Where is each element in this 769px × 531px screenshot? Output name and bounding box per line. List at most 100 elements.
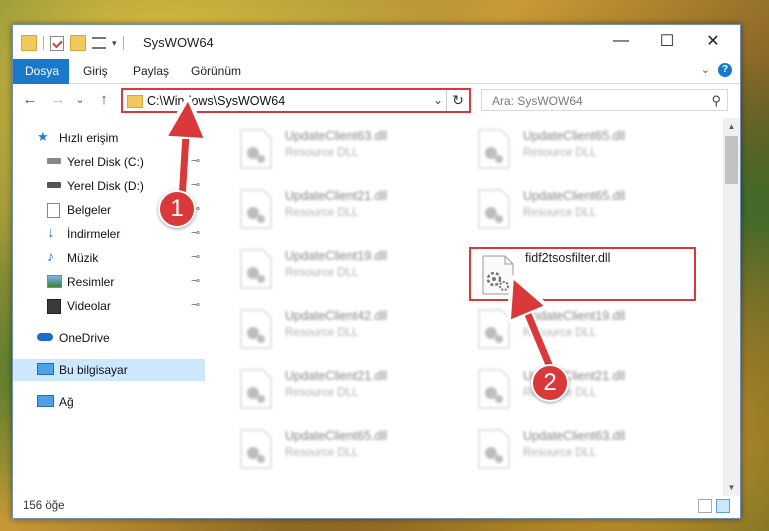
file-name: UpdateClient63.dll (285, 129, 388, 143)
list-item[interactable]: UpdateClient21.dll Resource DLL (233, 183, 463, 233)
expand-ribbon-icon[interactable]: ⌄ (701, 63, 710, 76)
status-bar: 156 öğe (13, 496, 740, 518)
search-input[interactable]: Ara: SysWOW64 (492, 94, 583, 108)
sidebar-item-music[interactable]: ♪ Müzik ⊸ (13, 247, 205, 269)
pin-icon[interactable]: ⊸ (191, 154, 200, 167)
help-icon[interactable]: ? (718, 63, 732, 77)
explorer-window: ▾ SysWOW64 — ☐ ✕ Dosya Giriş Paylaş Görü… (12, 24, 741, 519)
back-button[interactable]: ← (21, 91, 39, 109)
file-name: UpdateClient19.dll (523, 309, 626, 323)
dll-file-icon (240, 129, 272, 169)
file-list: UpdateClient63.dll Resource DLL UpdateCl… (205, 123, 723, 493)
file-type: Resource DLL (285, 327, 359, 339)
scroll-thumb[interactable] (725, 136, 738, 184)
sidebar-item-label: Videolar (67, 299, 111, 313)
drive-icon (47, 182, 61, 188)
folder-icon (21, 35, 37, 51)
properties-icon[interactable] (50, 35, 64, 51)
callout-2: 2 (531, 364, 569, 402)
sidebar-item-label: Ağ (59, 395, 74, 409)
callout-1: 1 (158, 190, 196, 228)
file-name: UpdateClient65.dll (523, 129, 626, 143)
sidebar-item-pictures[interactable]: Resimler ⊸ (13, 271, 205, 293)
pin-icon[interactable]: ⊸ (191, 298, 200, 311)
documents-icon (47, 203, 60, 218)
star-icon: ★ (37, 129, 49, 144)
list-item[interactable]: UpdateClient63.dll Resource DLL (471, 423, 701, 473)
refresh-button[interactable]: ↻ (446, 90, 469, 111)
tiles-view-icon[interactable] (716, 499, 730, 513)
quick-access-toolbar: ▾ (21, 35, 124, 51)
list-item[interactable]: UpdateClient19.dll Resource DLL (233, 243, 463, 293)
view-switcher (698, 499, 730, 513)
dll-file-icon (478, 309, 510, 349)
list-item[interactable]: UpdateClient63.dll Resource DLL (233, 123, 463, 173)
sidebar-item-this-pc[interactable]: Bu bilgisayar (13, 359, 205, 381)
item-count: 156 öğe (23, 500, 65, 512)
recent-locations-button[interactable]: ⌄ (71, 91, 89, 109)
list-item[interactable]: UpdateClient65.dll Resource DLL (471, 183, 701, 233)
pictures-icon (47, 275, 62, 288)
file-type: Resource DLL (285, 387, 359, 399)
maximize-button[interactable]: ☐ (644, 25, 690, 57)
address-dropdown-icon[interactable]: ⌄ (433, 93, 443, 107)
file-name: UpdateClient19.dll (285, 249, 388, 263)
vertical-scrollbar[interactable]: ▲ ▼ (723, 118, 740, 496)
list-item[interactable]: UpdateClient65.dll Resource DLL (471, 123, 701, 173)
forward-button[interactable]: → (49, 91, 67, 109)
sidebar-item-quick-access[interactable]: ★ Hızlı erişim (13, 127, 205, 149)
videos-icon (47, 299, 61, 314)
list-item[interactable]: UpdateClient21.dll Resource DLL (233, 363, 463, 413)
toolbar-divider (43, 36, 44, 50)
search-icon[interactable]: ⚲ (711, 93, 721, 109)
cloud-icon (37, 333, 53, 341)
pin-icon[interactable]: ⊸ (191, 226, 200, 239)
address-bar[interactable]: C:\Windows\SysWOW64 ⌄ ↻ (121, 88, 471, 113)
file-type: Resource DLL (285, 147, 359, 159)
sidebar-item-label: Hızlı erişim (59, 131, 119, 145)
title-bar: ▾ SysWOW64 — ☐ ✕ (13, 25, 740, 59)
pin-icon[interactable]: ⊸ (191, 178, 200, 191)
sidebar-item-local-disk-c[interactable]: Yerel Disk (C:) ⊸ (13, 151, 205, 173)
tab-home[interactable]: Giriş (71, 59, 120, 83)
sidebar-item-videos[interactable]: Videolar ⊸ (13, 295, 205, 317)
file-name: UpdateClient21.dll (285, 369, 388, 383)
new-folder-icon[interactable] (70, 35, 86, 51)
address-path[interactable]: C:\Windows\SysWOW64 (147, 94, 285, 108)
dll-file-icon (240, 249, 272, 289)
search-box[interactable]: Ara: SysWOW64 ⚲ (481, 89, 728, 111)
file-type: Resource DLL (523, 327, 597, 339)
list-item[interactable]: UpdateClient19.dll Resource DLL (471, 303, 701, 353)
close-button[interactable]: ✕ (690, 25, 736, 57)
dll-file-icon (478, 429, 510, 469)
sidebar-item-onedrive[interactable]: OneDrive (13, 327, 205, 349)
list-item[interactable]: UpdateClient65.dll Resource DLL (233, 423, 463, 473)
highlight-box (469, 247, 696, 301)
navigation-bar: ← → ⌄ ↑ C:\Windows\SysWOW64 ⌄ ↻ Ara: Sys… (13, 84, 740, 118)
dll-file-icon (240, 189, 272, 229)
details-view-icon[interactable] (698, 499, 712, 513)
sidebar-item-label: OneDrive (59, 331, 110, 345)
sidebar-item-network[interactable]: Ağ (13, 391, 205, 413)
file-name: UpdateClient21.dll (285, 189, 388, 203)
scroll-down-icon[interactable]: ▼ (723, 479, 740, 496)
pin-icon[interactable]: ⊸ (191, 250, 200, 263)
drive-icon (47, 158, 61, 164)
tab-view[interactable]: Görünüm (179, 59, 253, 83)
pin-icon[interactable]: ⊸ (191, 274, 200, 287)
network-icon (37, 395, 54, 407)
view-options-icon[interactable] (92, 37, 106, 49)
scroll-up-icon[interactable]: ▲ (723, 118, 740, 135)
list-item[interactable]: UpdateClient42.dll Resource DLL (233, 303, 463, 353)
dll-file-icon (478, 189, 510, 229)
list-item[interactable]: UpdateClient21.dll Resource DLL (471, 363, 701, 413)
tab-share[interactable]: Paylaş (121, 59, 181, 83)
file-name: UpdateClient63.dll (523, 429, 626, 443)
customize-toolbar-icon[interactable]: ▾ (112, 38, 117, 49)
minimize-icon: — (613, 32, 629, 49)
close-icon: ✕ (706, 33, 720, 50)
dll-file-icon (240, 309, 272, 349)
minimize-button[interactable]: — (598, 25, 644, 57)
up-button[interactable]: ↑ (95, 91, 113, 109)
music-icon: ♪ (47, 248, 54, 264)
